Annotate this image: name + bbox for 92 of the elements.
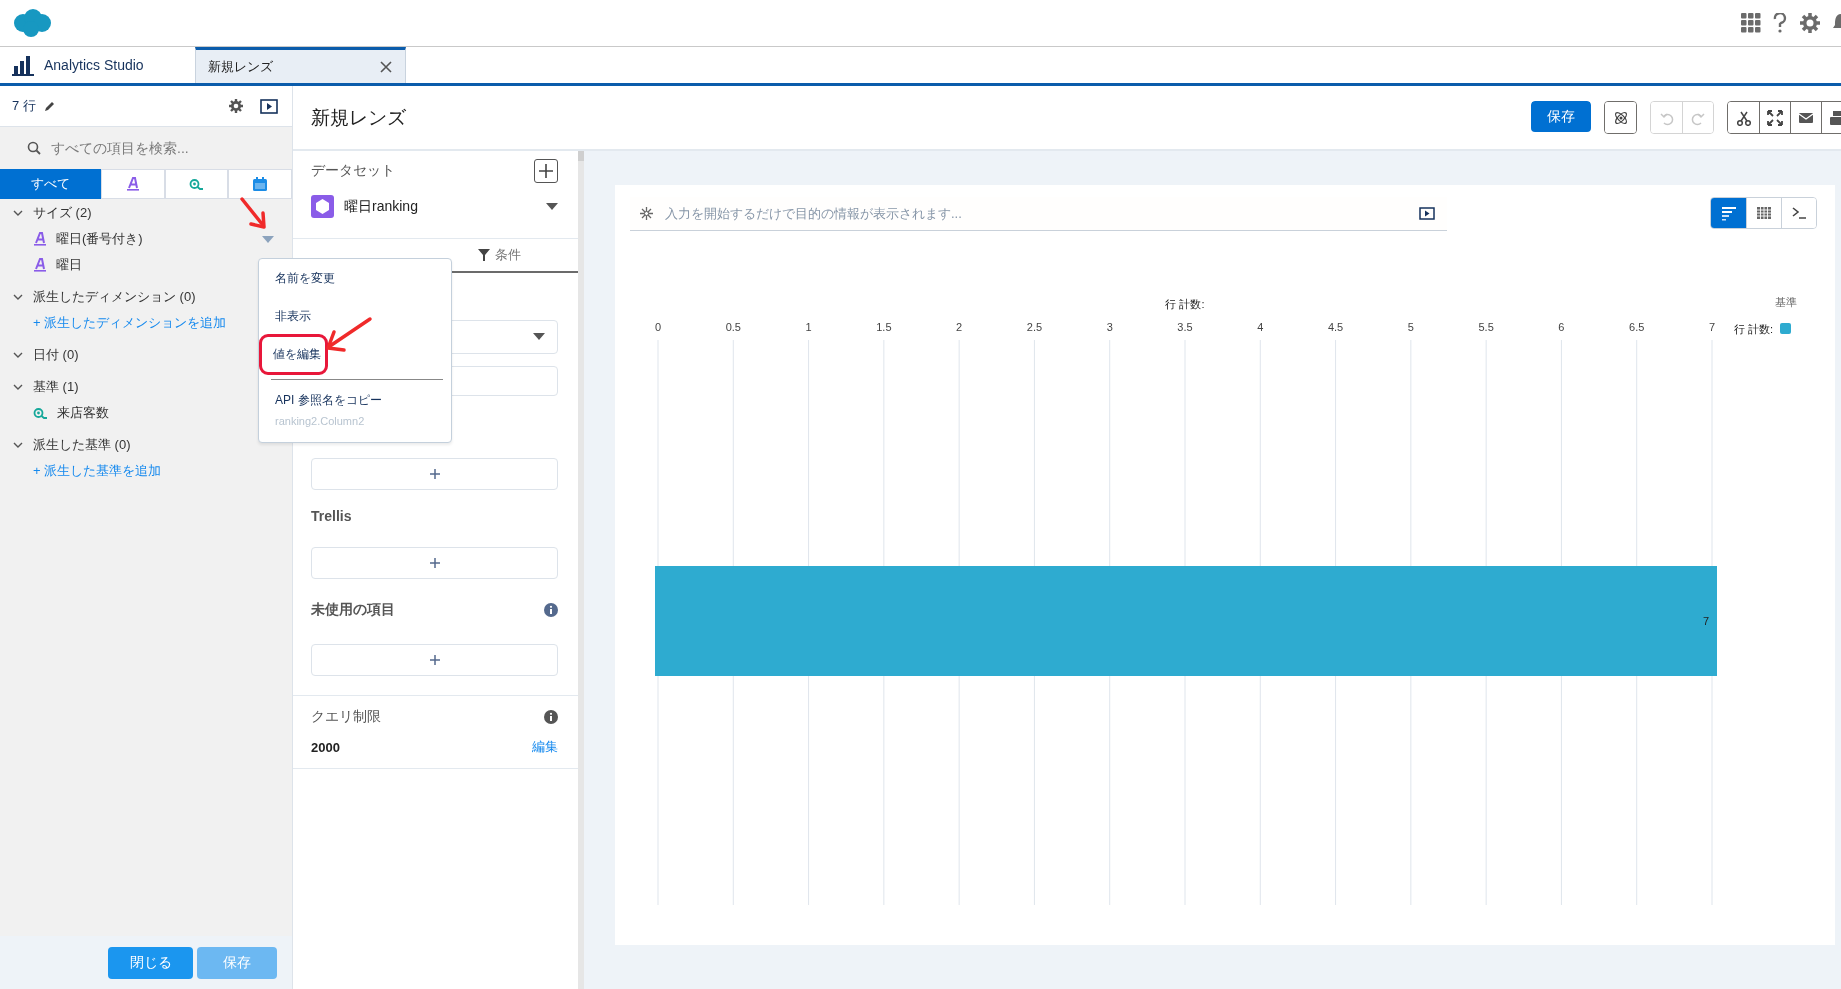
dimension-icon — [125, 176, 140, 192]
section-label: Trellis — [311, 508, 353, 524]
annotation-arrow — [326, 317, 372, 352]
tick-label: 2.5 — [1026, 321, 1043, 333]
atom-icon — [1612, 109, 1629, 126]
caret-icon[interactable] — [546, 202, 558, 211]
menu-item[interactable]: 非表示 — [275, 307, 311, 325]
plus-icon — [539, 164, 553, 178]
measure-icon — [188, 177, 204, 191]
tick-label: 3.5 — [1177, 321, 1193, 333]
group-label[interactable]: 日付 (0) — [33, 346, 79, 364]
group-label[interactable]: サイズ (2) — [33, 204, 92, 222]
measure-icon — [33, 406, 48, 420]
field-label[interactable]: 曜日 — [56, 256, 82, 274]
tick-label: 4.5 — [1327, 321, 1344, 333]
section-label: データセット — [311, 162, 395, 180]
tab[interactable]: 新規レンズ — [195, 47, 406, 83]
play-box-icon — [1419, 207, 1435, 220]
row-count: 7 行 — [12, 97, 36, 115]
settings-icon[interactable] — [1799, 12, 1821, 34]
tab[interactable]: Analytics Studio — [0, 47, 195, 83]
bar-chart-icon — [1720, 205, 1737, 221]
tick-label: 4 — [1257, 321, 1264, 333]
table-icon — [1756, 205, 1772, 221]
plus-icon — [429, 558, 440, 568]
section-label: 未使用の項目 — [311, 601, 395, 619]
pencil-icon[interactable] — [43, 100, 56, 112]
apps-grid-icon[interactable] — [1741, 13, 1761, 33]
scrollbar[interactable] — [578, 151, 584, 161]
edit-link[interactable]: 編集 — [532, 738, 558, 756]
calendar-icon — [252, 176, 269, 192]
info-icon — [544, 603, 558, 617]
tick-label: 6 — [1558, 321, 1565, 333]
legend-label: 行 計数: — [1733, 323, 1773, 335]
tick-label: 5.5 — [1478, 321, 1494, 333]
menu-item[interactable]: API 参照名をコピー — [275, 391, 382, 409]
dimension-icon — [33, 231, 47, 247]
group-label[interactable]: 派生したディメンション (0) — [33, 288, 196, 306]
data-label: 7 — [1702, 615, 1709, 627]
atom-button[interactable] — [1605, 102, 1636, 133]
tick-label: 1.5 — [876, 321, 892, 333]
tick-label: 0 — [654, 321, 662, 333]
tick-label: 1 — [805, 321, 812, 333]
filter-icon — [478, 249, 490, 261]
query-field[interactable]: 入力を開始するだけで目的の情報が表示されます... — [663, 205, 1409, 222]
sparkle-icon — [640, 207, 653, 220]
printer-icon — [1829, 109, 1841, 126]
search-icon — [27, 141, 41, 155]
bar-chart-button[interactable] — [1711, 198, 1746, 228]
limit-value: 2000 — [311, 739, 340, 755]
expand-icon — [1767, 109, 1783, 126]
scissors-icon — [1735, 109, 1752, 126]
search-field[interactable]: すべての項目を検索... — [49, 139, 273, 157]
axis-title: 行 計数: — [1165, 298, 1205, 310]
group-label[interactable]: 派生した基準 (0) — [33, 436, 131, 454]
lens-title: 新規レンズ — [311, 105, 406, 130]
menu-item[interactable]: 値を編集 — [259, 333, 328, 375]
tick-label: 5 — [1407, 321, 1414, 333]
settings-icon[interactable] — [228, 98, 244, 114]
plus-icon — [429, 469, 440, 479]
field-label[interactable]: 来店客数 — [57, 404, 109, 422]
section-label: クエリ制限 — [311, 708, 381, 726]
annotation-arrow — [240, 197, 266, 229]
api-name: ranking2.Column2 — [275, 414, 365, 427]
filter-tab[interactable] — [228, 169, 292, 199]
dimension-icon — [33, 257, 47, 273]
play-box-icon[interactable] — [260, 98, 278, 114]
cloud-logo — [11, 8, 53, 38]
terminal-icon — [1791, 205, 1807, 221]
tick-label: 3 — [1106, 321, 1113, 333]
caret-icon — [533, 333, 545, 341]
tick-label: 7 — [1708, 321, 1716, 333]
field-label[interactable]: 曜日(番号付き) — [56, 230, 143, 248]
group-label[interactable]: 基準 (1) — [33, 378, 79, 396]
help-icon[interactable] — [1773, 13, 1787, 33]
tick-label: 6.5 — [1629, 321, 1645, 333]
add-button[interactable] — [534, 159, 558, 183]
save-button[interactable]: 保存 — [1531, 101, 1591, 132]
tab[interactable]: 条件 — [478, 239, 578, 271]
legend-title: 基準 — [1775, 296, 1797, 308]
terminal-button[interactable] — [1781, 198, 1816, 228]
close-icon[interactable] — [379, 59, 393, 74]
info-icon — [544, 710, 558, 724]
tick-label: 0.5 — [725, 321, 741, 333]
filter-tab[interactable]: すべて — [0, 169, 101, 199]
tick-label: 2 — [956, 321, 963, 333]
plus-icon — [429, 655, 440, 665]
menu-item[interactable]: 名前を変更 — [275, 269, 335, 287]
dataset-icon — [311, 195, 334, 218]
dataset-name[interactable]: 曜日ranking — [344, 197, 418, 216]
filter-tab[interactable] — [100, 169, 165, 199]
bar-chart-icon — [12, 54, 34, 76]
